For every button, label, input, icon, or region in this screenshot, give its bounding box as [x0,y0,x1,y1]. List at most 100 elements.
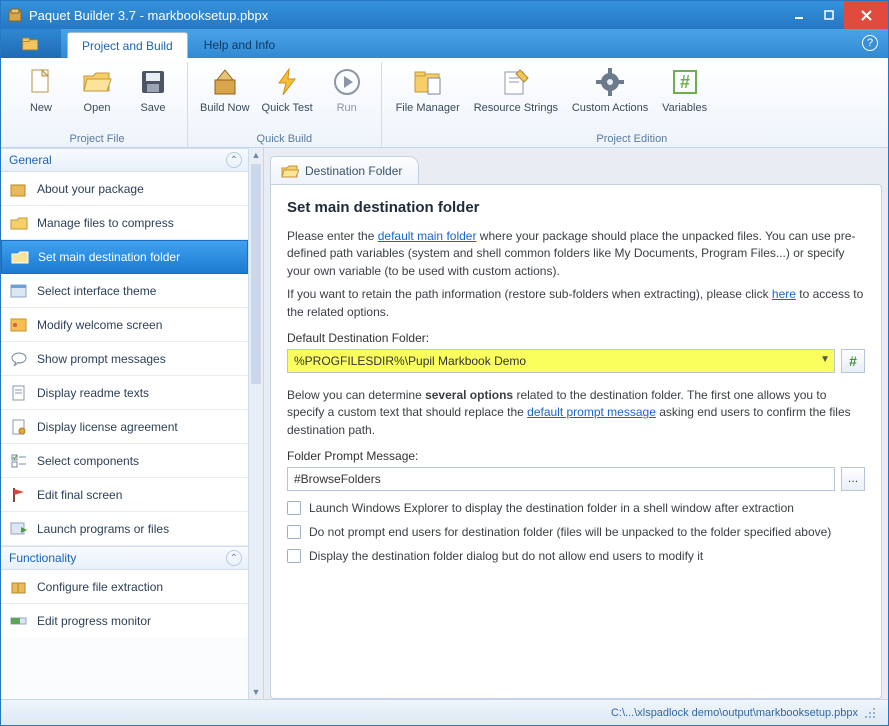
license-icon [9,418,29,436]
sidebar-item-edit-final-screen[interactable]: Edit final screen [1,478,248,512]
save-button[interactable]: Save [125,62,181,118]
titlebar: Paquet Builder 3.7 - markbooksetup.pbpx [1,1,888,29]
body: General ⌃ About your package Manage file… [1,148,888,699]
ribbon-group-project-file: New Open Save Project File [7,62,188,147]
file-manager-button[interactable]: File Manager [388,62,468,118]
save-icon [137,66,169,98]
content-area: Destination Folder Set main destination … [264,148,888,699]
resize-grip-icon[interactable] [864,707,878,719]
sidebar-item-welcome-screen[interactable]: Modify welcome screen [1,308,248,342]
link-here[interactable]: here [772,287,796,301]
window-controls [784,1,888,29]
box-icon [9,578,29,596]
help-icon[interactable]: ? [862,35,878,51]
build-now-button[interactable]: Build Now [194,62,256,118]
folder-icon [9,214,29,232]
sidebar-item-progress-monitor[interactable]: Edit progress monitor [1,604,248,638]
sidebar-item-interface-theme[interactable]: Select interface theme [1,274,248,308]
tab-project-and-build[interactable]: Project and Build [67,32,188,58]
app-window: Paquet Builder 3.7 - markbooksetup.pbpx … [0,0,889,726]
lightning-icon [271,66,303,98]
ribbon-group-project-edition: File Manager Resource Strings Custom Act… [382,62,882,147]
intro-paragraph: Please enter the default main folder whe… [287,228,865,280]
launch-icon [9,520,29,538]
flag-icon [9,486,29,504]
main-tabstrip: Project and Build Help and Info ? [1,29,888,58]
chevron-down-icon[interactable]: ▼ [820,354,830,365]
progress-icon [9,612,29,630]
document-icon [9,384,29,402]
checkbox[interactable] [287,501,301,515]
app-icon [7,7,23,23]
resource-strings-icon [500,66,532,98]
open-folder-icon [81,66,113,98]
content-panel: Set main destination folder Please enter… [270,184,882,699]
sidebar-item-destination-folder[interactable]: Set main destination folder [1,240,248,274]
content-tab-destination-folder[interactable]: Destination Folder [270,156,419,184]
custom-actions-button[interactable]: Custom Actions [564,62,656,118]
variables-button[interactable]: # Variables [656,62,713,118]
ribbon-group-quick-build: Build Now Quick Test Run Quick Build [188,62,382,147]
quick-test-button[interactable]: Quick Test [256,62,319,118]
prompt-message-input[interactable]: #BrowseFolders [287,467,835,491]
link-default-main-folder[interactable]: default main folder [378,229,477,243]
run-button[interactable]: Run [319,62,375,118]
chevron-up-icon: ⌃ [226,550,242,566]
window-title: Paquet Builder 3.7 - markbooksetup.pbpx [29,8,784,23]
browse-button[interactable]: … [841,467,865,491]
sidebar-item-configure-extraction[interactable]: Configure file extraction [1,570,248,604]
new-button[interactable]: New [13,62,69,118]
ribbon-group-label: Quick Build [194,131,375,147]
maximize-button[interactable] [814,1,844,29]
chevron-up-icon: ⌃ [226,152,242,168]
scroll-up-icon[interactable]: ▲ [249,148,263,162]
sidebar-item-about-package[interactable]: About your package [1,172,248,206]
speech-icon [9,350,29,368]
new-icon [25,66,57,98]
variable-picker-button[interactable]: # [841,349,865,373]
page-heading: Set main destination folder [287,199,865,216]
sidebar: General ⌃ About your package Manage file… [1,148,264,699]
checklist-icon [9,452,29,470]
sidebar-scrollbar[interactable]: ▲ ▼ [248,148,263,699]
gear-icon [594,66,626,98]
checkbox[interactable] [287,525,301,539]
statusbar: C:\...\xlspadlock demo\output\markbookse… [1,699,888,725]
ribbon-group-label: Project Edition [388,131,876,147]
sidebar-item-manage-files[interactable]: Manage files to compress [1,206,248,240]
dest-folder-input[interactable]: %PROGFILESDIR%\Pupil Markbook Demo ▼ [287,349,835,373]
options-paragraph: Below you can determine several options … [287,387,865,439]
play-icon [331,66,363,98]
svg-text:#: # [680,72,690,92]
scrollbar-thumb[interactable] [251,164,261,384]
checkbox[interactable] [287,549,301,563]
check-display-readonly[interactable]: Display the destination folder dialog bu… [287,549,865,563]
package-icon [9,180,29,198]
build-icon [209,66,241,98]
sidebar-section-general[interactable]: General ⌃ [1,148,248,172]
dest-folder-label: Default Destination Folder: [287,331,865,345]
sidebar-item-prompt-messages[interactable]: Show prompt messages [1,342,248,376]
folder-open-icon [10,248,30,266]
resource-strings-button[interactable]: Resource Strings [468,62,564,118]
link-default-prompt[interactable]: default prompt message [527,405,656,419]
sidebar-item-launch-programs[interactable]: Launch programs or files [1,512,248,546]
file-manager-icon [412,66,444,98]
check-no-prompt[interactable]: Do not prompt end users for destination … [287,525,865,539]
open-button[interactable]: Open [69,62,125,118]
minimize-button[interactable] [784,1,814,29]
welcome-icon [9,316,29,334]
intro-retain-paragraph: If you want to retain the path informati… [287,286,865,321]
sidebar-section-functionality[interactable]: Functionality ⌃ [1,546,248,570]
file-menu-button[interactable] [1,29,61,58]
sidebar-item-readme-texts[interactable]: Display readme texts [1,376,248,410]
check-launch-explorer[interactable]: Launch Windows Explorer to display the d… [287,501,865,515]
close-button[interactable] [844,1,888,29]
tab-help-and-info[interactable]: Help and Info [190,32,289,58]
scroll-down-icon[interactable]: ▼ [249,685,263,699]
sidebar-item-license-agreement[interactable]: Display license agreement [1,410,248,444]
status-path: C:\...\xlspadlock demo\output\markbookse… [611,707,858,719]
sidebar-item-select-components[interactable]: Select components [1,444,248,478]
theme-icon [9,282,29,300]
folder-open-icon [281,163,299,179]
